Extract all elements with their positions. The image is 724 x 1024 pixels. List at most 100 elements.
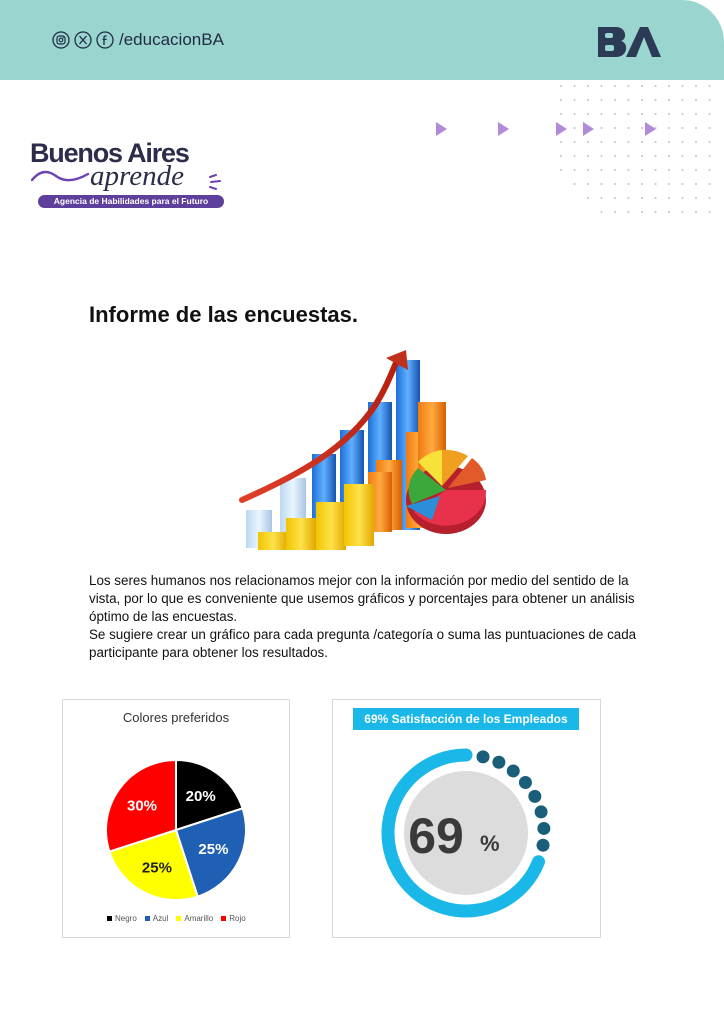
decorative-dot [627, 140, 630, 144]
gauge-remaining-dot [528, 789, 542, 803]
social-icons [52, 31, 114, 49]
decorative-dot [694, 98, 698, 102]
decorative-dot [627, 112, 630, 116]
decorative-dot [627, 168, 630, 172]
decorative-dot [627, 126, 630, 130]
decorative-dot [627, 210, 630, 214]
decorative-dot [586, 182, 590, 186]
decorative-dot [694, 126, 698, 130]
decorative-dot [681, 154, 684, 158]
decorative-dot [613, 140, 617, 144]
decorative-dot [559, 112, 563, 116]
decorative-dot [600, 140, 603, 144]
gauge-value: 69 [408, 808, 464, 864]
legend-item: Amarillo [176, 914, 213, 923]
decorative-dot [681, 126, 684, 130]
decorative-dot [573, 140, 576, 144]
decorative-dot [681, 140, 684, 144]
decorative-dot [694, 140, 698, 144]
decorative-dot [600, 210, 603, 214]
decorative-dot [681, 168, 684, 172]
decorative-dot [627, 154, 630, 158]
decorative-dot [600, 182, 603, 186]
decorative-dot [667, 98, 671, 102]
decorative-dot [613, 112, 617, 116]
legend-swatch [144, 916, 150, 921]
decorative-dot [654, 168, 657, 172]
legend-label: Negro [115, 914, 137, 923]
decorative-dot [559, 154, 563, 158]
decorative-dot [708, 140, 711, 144]
decorative-dot [559, 168, 563, 172]
ba-logo [598, 27, 661, 57]
decorative-dot [640, 84, 644, 88]
legend-swatch [221, 916, 227, 921]
decorative-dot [708, 112, 711, 116]
decorative-dot [708, 126, 711, 130]
decorative-dot [573, 154, 576, 158]
decorative-dot [667, 168, 671, 172]
social-handle[interactable]: /educacionBA [119, 30, 224, 50]
legend-item: Negro [107, 914, 137, 923]
decorative-dot [681, 196, 684, 200]
legend-label: Rojo [229, 914, 246, 923]
gauge-chart: 69% [381, 748, 551, 918]
decorative-dot [573, 84, 576, 88]
growth-chart-illustration [239, 350, 487, 550]
decorative-dot [573, 98, 576, 102]
facebook-icon[interactable] [96, 31, 114, 49]
decorative-dot [667, 196, 671, 200]
gauge-remaining-dot [476, 750, 490, 764]
decorative-dot [667, 154, 671, 158]
decorative-dot [600, 112, 603, 116]
logo-spark [209, 174, 221, 190]
decorative-dot [573, 168, 576, 172]
decorative-dot [681, 112, 684, 116]
decorative-dot [640, 168, 644, 172]
decorative-dots [559, 84, 711, 214]
pie-data-label: 25% [198, 841, 228, 858]
decorative-dot [559, 98, 563, 102]
decorative-dot [654, 84, 657, 88]
decorative-dot [573, 126, 576, 130]
decorative-dot [654, 210, 657, 214]
decorative-dot [613, 168, 617, 172]
decorative-dot [640, 210, 644, 214]
decorative-dot [613, 196, 617, 200]
decorative-dot [613, 98, 617, 102]
decorative-dot [708, 98, 711, 102]
decorative-dot [708, 196, 711, 200]
decorative-dot [640, 126, 644, 130]
decorative-dot [694, 210, 698, 214]
decorative-dot [600, 126, 603, 130]
decorative-dot [600, 98, 603, 102]
gauge-title: 69% Satisfacción de los Empleados [353, 708, 579, 730]
decorative-dot [654, 112, 657, 116]
decorative-dot [600, 154, 603, 158]
decorative-dot [586, 168, 590, 172]
decorative-dot [586, 140, 590, 144]
legend-label: Amarillo [184, 914, 214, 923]
pie-data-label: 25% [142, 859, 172, 876]
decorative-dot [681, 84, 684, 88]
decorative-dot [708, 154, 711, 158]
decorative-dot [694, 154, 698, 158]
decorative-dot [654, 182, 657, 186]
decorative-dot [640, 196, 644, 200]
decorative-dot [681, 182, 684, 186]
gauge-remaining-dot [506, 764, 520, 778]
decorative-dot [694, 182, 698, 186]
x-icon[interactable] [74, 31, 92, 49]
instagram-icon[interactable] [52, 31, 70, 49]
decorative-dot [627, 98, 630, 102]
decorative-dot [667, 112, 671, 116]
decorative-dot [573, 182, 576, 186]
legend-swatch [107, 916, 112, 921]
legend-label: Azul [152, 914, 169, 923]
decorative-dot [667, 182, 671, 186]
legend-swatch [176, 916, 182, 921]
gauge-remaining-dot [492, 755, 506, 769]
decorative-dot [613, 84, 617, 88]
body-paragraph-1: Los seres humanos nos relacionamos mejor… [89, 573, 635, 624]
arrow-icon [556, 122, 567, 136]
